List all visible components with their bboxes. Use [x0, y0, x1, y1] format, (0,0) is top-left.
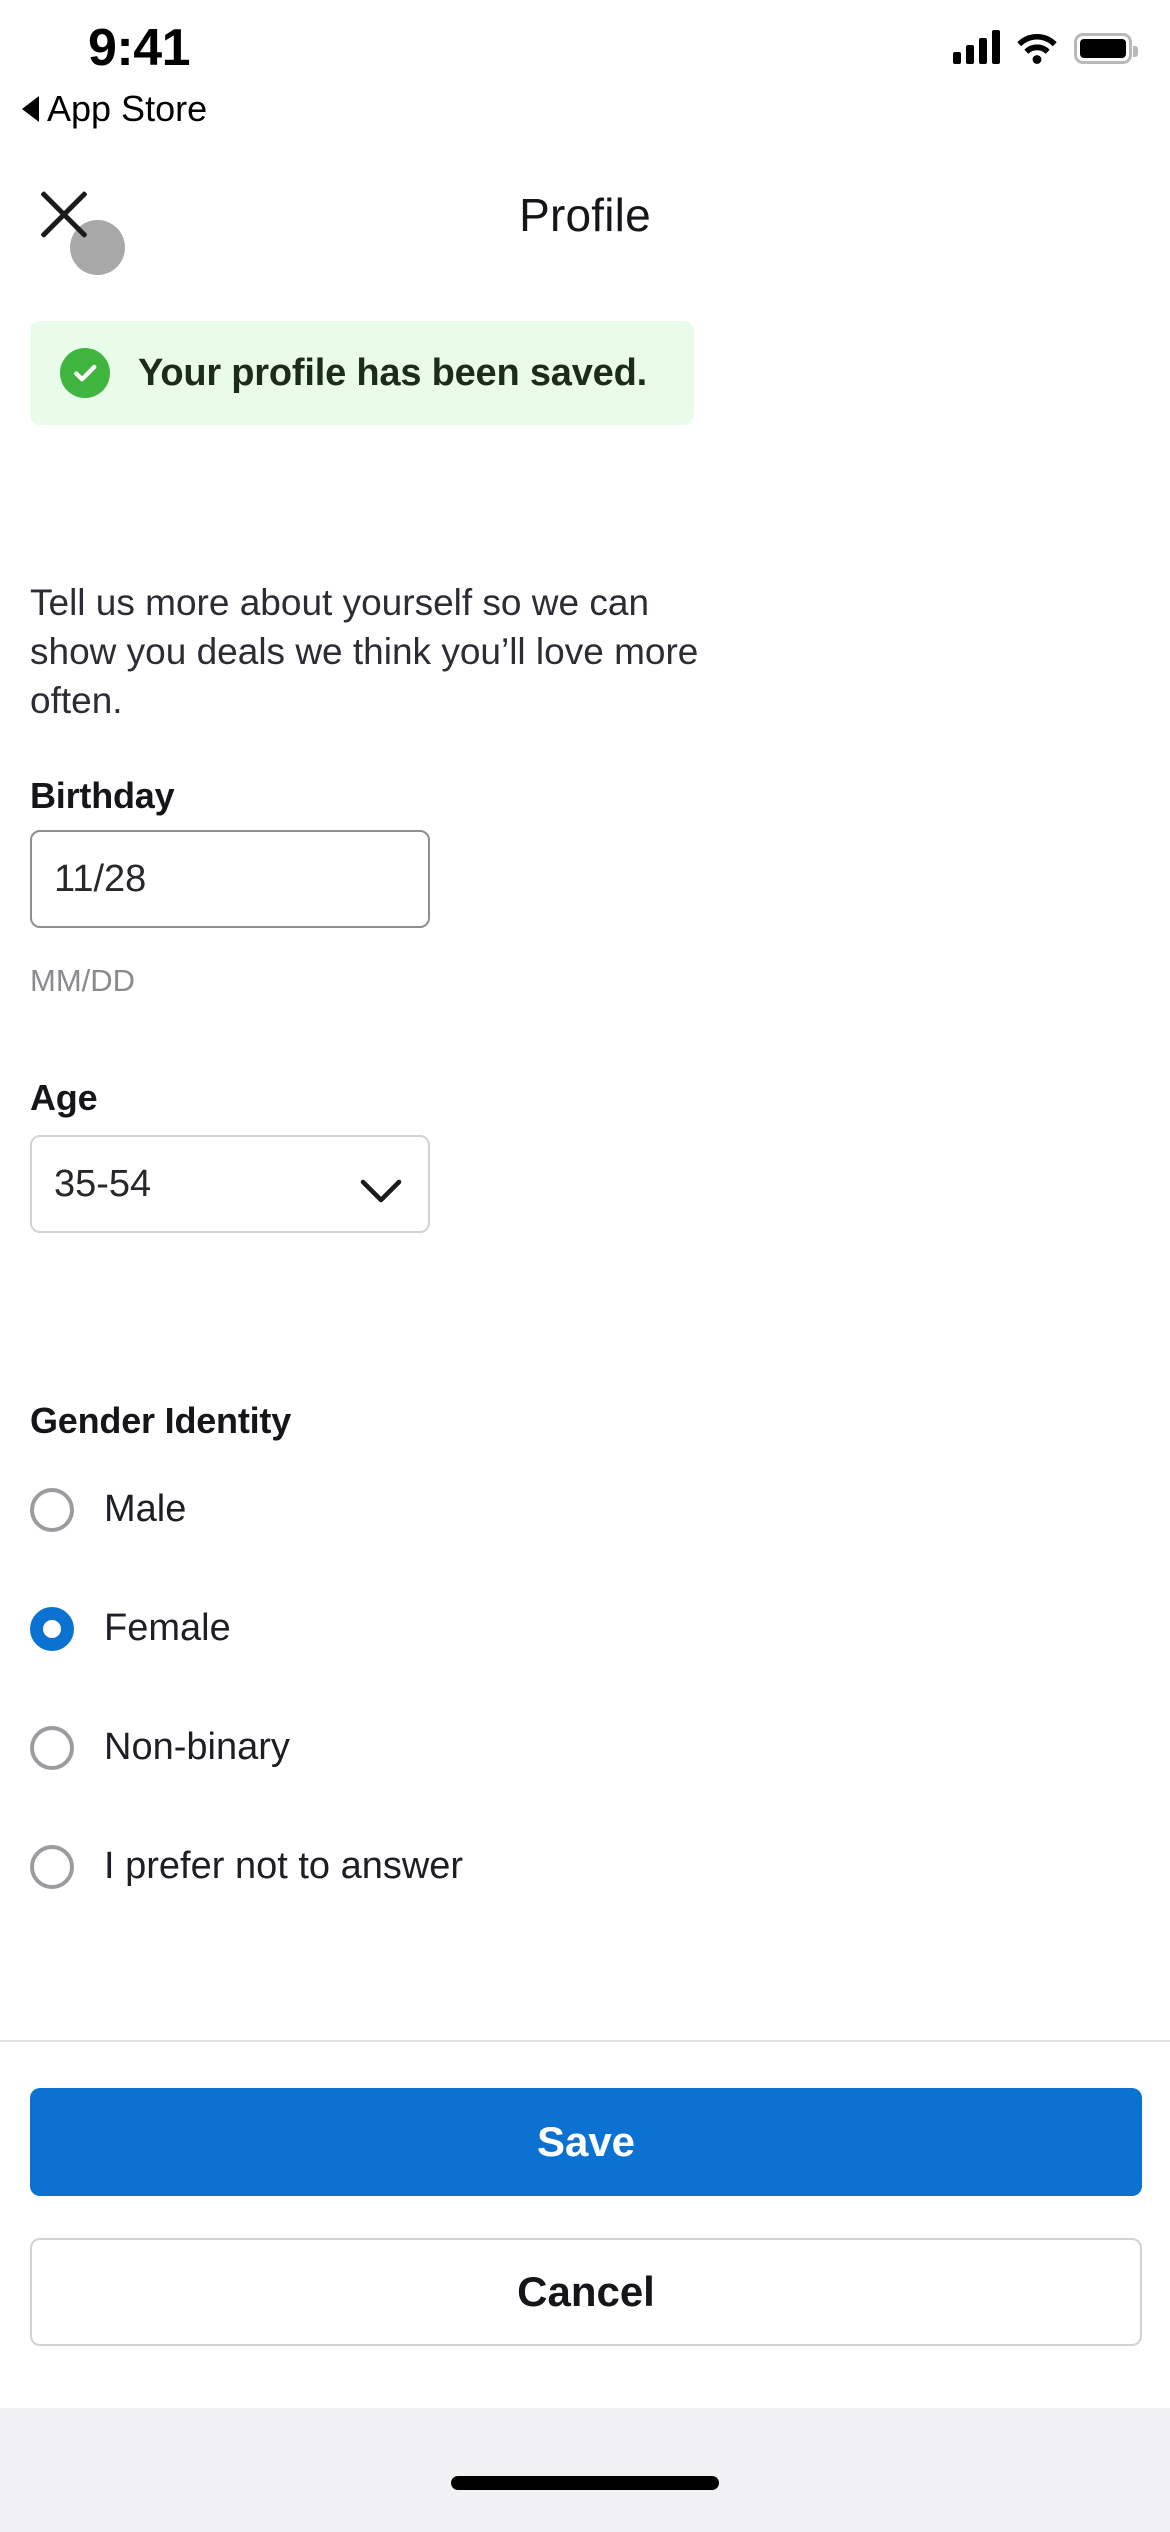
radio-icon	[30, 1844, 74, 1889]
check-circle-icon	[60, 348, 110, 398]
gender-identity-label: Gender Identity	[30, 1400, 292, 1441]
radio-option-non-binary[interactable]: Non-binary	[30, 1718, 730, 1777]
profile-screen: 9:41 App Store Profile Your profile has …	[0, 0, 1170, 2532]
cancel-button[interactable]: Cancel	[30, 2238, 1142, 2346]
age-select[interactable]: 35-54	[30, 1135, 430, 1233]
status-bar: 9:41 App Store	[0, 0, 1170, 150]
home-indicator-area	[0, 2408, 1170, 2532]
status-bar-indicators	[953, 30, 1138, 64]
save-button[interactable]: Save	[30, 2088, 1142, 2196]
page-header: Profile	[0, 150, 1170, 290]
radio-icon-selected	[30, 1606, 74, 1651]
back-to-app-store-link[interactable]: App Store	[22, 88, 207, 130]
birthday-hint: MM/DD	[30, 963, 136, 998]
birthday-label: Birthday	[30, 775, 175, 816]
radio-icon	[30, 1487, 74, 1532]
cellular-signal-icon	[953, 30, 1000, 64]
radio-option-prefer-not-to-answer[interactable]: I prefer not to answer	[30, 1837, 730, 1896]
radio-option-female[interactable]: Female	[30, 1599, 730, 1658]
gender-identity-radio-group: Male Female Non-binary I prefer not to a…	[30, 1480, 730, 1896]
age-label: Age	[30, 1077, 98, 1118]
home-indicator[interactable]	[451, 2476, 719, 2490]
page-title: Profile	[519, 189, 651, 241]
status-bar-time: 9:41	[88, 19, 191, 77]
chevron-down-icon	[360, 1171, 402, 1203]
intro-text: Tell us more about yourself so we can sh…	[30, 582, 699, 721]
wifi-icon	[1016, 30, 1058, 64]
radio-label: Female	[104, 1607, 231, 1649]
radio-label: I prefer not to answer	[104, 1845, 464, 1887]
age-select-value: 35-54	[54, 1162, 152, 1205]
status-banner-success: Your profile has been saved.	[30, 321, 694, 425]
birthday-input[interactable]: 11/28	[30, 830, 430, 928]
back-triangle-icon	[22, 96, 39, 122]
radio-label: Male	[104, 1488, 187, 1530]
back-app-label: App Store	[47, 88, 208, 129]
radio-icon	[30, 1725, 74, 1770]
status-banner-message: Your profile has been saved.	[138, 351, 647, 394]
radio-option-male[interactable]: Male	[30, 1480, 730, 1539]
battery-full-icon	[1074, 33, 1138, 64]
radio-label: Non-binary	[104, 1726, 290, 1768]
